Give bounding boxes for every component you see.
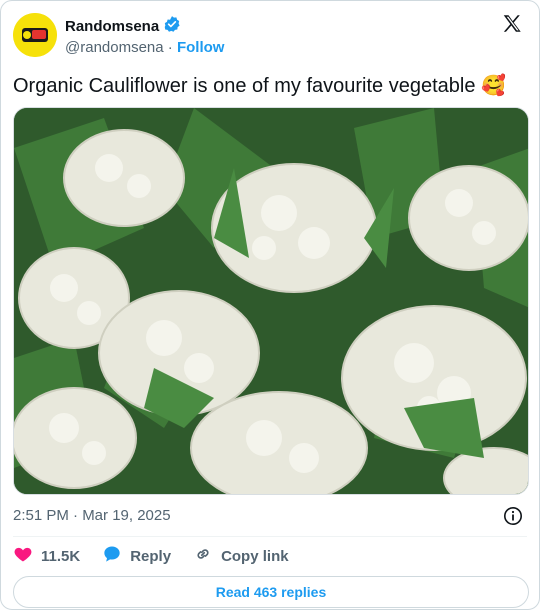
user-name-row: Randomsena <box>65 15 181 38</box>
read-replies-button[interactable]: Read 463 replies <box>13 576 529 608</box>
action-bar: 11.5K Reply Copy link <box>13 544 311 568</box>
copy-link-label: Copy link <box>221 547 289 565</box>
tweet-card: Randomsena @randomsena · Follow Organic … <box>0 0 540 610</box>
smiling-face-with-hearts-icon: 🥰 <box>481 75 506 97</box>
separator-dot: · <box>167 39 173 56</box>
info-icon[interactable] <box>503 506 523 526</box>
tweet-text-row: Organic Cauliflower is one of my favouri… <box>13 73 506 99</box>
user-name[interactable]: Randomsena <box>65 18 159 35</box>
x-logo-icon[interactable] <box>501 13 523 35</box>
like-count: 11.5K <box>41 547 81 565</box>
heart-icon <box>13 544 33 568</box>
like-button[interactable]: 11.5K <box>13 544 80 568</box>
tweet-photo[interactable] <box>13 107 529 495</box>
link-icon <box>193 544 213 568</box>
divider <box>13 536 527 537</box>
copy-link-button[interactable]: Copy link <box>193 544 289 568</box>
reply-label: Reply <box>130 547 172 565</box>
handle-row: @randomsena · Follow <box>65 39 224 56</box>
tweet-text: Organic Cauliflower is one of my favouri… <box>13 75 476 97</box>
follow-button[interactable]: Follow <box>177 39 225 56</box>
reply-bubble-icon <box>102 544 122 568</box>
avatar[interactable] <box>13 13 57 57</box>
tweet-timestamp[interactable]: 2:51 PM · Mar 19, 2025 <box>13 507 171 524</box>
user-handle[interactable]: @randomsena <box>65 39 164 56</box>
reply-button[interactable]: Reply <box>102 544 171 568</box>
verified-badge-icon <box>163 15 181 38</box>
